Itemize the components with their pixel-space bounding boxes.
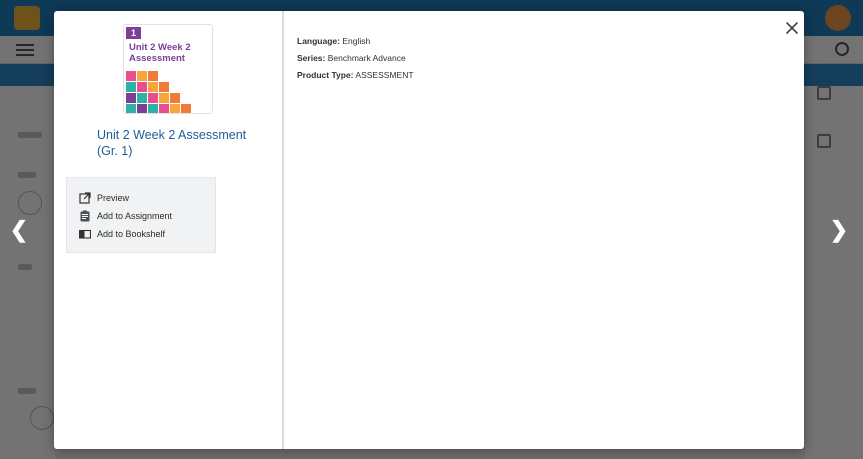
product-type-value: ASSESSMENT [355, 70, 414, 80]
product-actions-panel: Preview Add to Assignment Add to Bookshe… [66, 177, 216, 253]
close-icon [786, 22, 798, 34]
modal-divider [283, 11, 284, 449]
bookshelf-icon [79, 228, 91, 240]
product-type-label: Product Type: [297, 70, 354, 80]
modal-left-column: 1 Unit 2 Week 2 Assessment Unit 2 Week 2… [54, 11, 283, 449]
assignment-icon [79, 210, 91, 222]
cover-grade-badge: 1 [126, 27, 141, 39]
product-title: Unit 2 Week 2 Assessment (Gr. 1) [97, 128, 247, 158]
preview-action[interactable]: Preview [79, 190, 129, 206]
language-label: Language: [297, 36, 340, 46]
add-to-assignment-action[interactable]: Add to Assignment [79, 208, 172, 224]
product-type-detail: Product Type: ASSESSMENT [297, 70, 414, 80]
external-link-icon [79, 192, 91, 204]
add-to-assignment-label: Add to Assignment [97, 211, 173, 221]
series-detail: Series: Benchmark Advance [297, 53, 406, 63]
add-to-bookshelf-label: Add to Bookshelf [97, 229, 166, 239]
language-detail: Language: English [297, 36, 370, 46]
cover-title: Unit 2 Week 2 Assessment [129, 42, 191, 64]
product-detail-modal: 1 Unit 2 Week 2 Assessment Unit 2 Week 2… [54, 11, 804, 449]
previous-arrow-icon[interactable]: ❮ [7, 218, 31, 242]
add-to-bookshelf-action[interactable]: Add to Bookshelf [79, 226, 165, 242]
series-value: Benchmark Advance [327, 53, 406, 63]
series-label: Series: [297, 53, 326, 63]
close-button[interactable] [782, 18, 802, 38]
product-cover-image: 1 Unit 2 Week 2 Assessment [123, 24, 213, 114]
language-value: English [342, 36, 371, 46]
next-arrow-icon[interactable]: ❯ [827, 218, 851, 242]
preview-label: Preview [97, 193, 130, 203]
cover-mosaic-graphic [126, 71, 191, 113]
